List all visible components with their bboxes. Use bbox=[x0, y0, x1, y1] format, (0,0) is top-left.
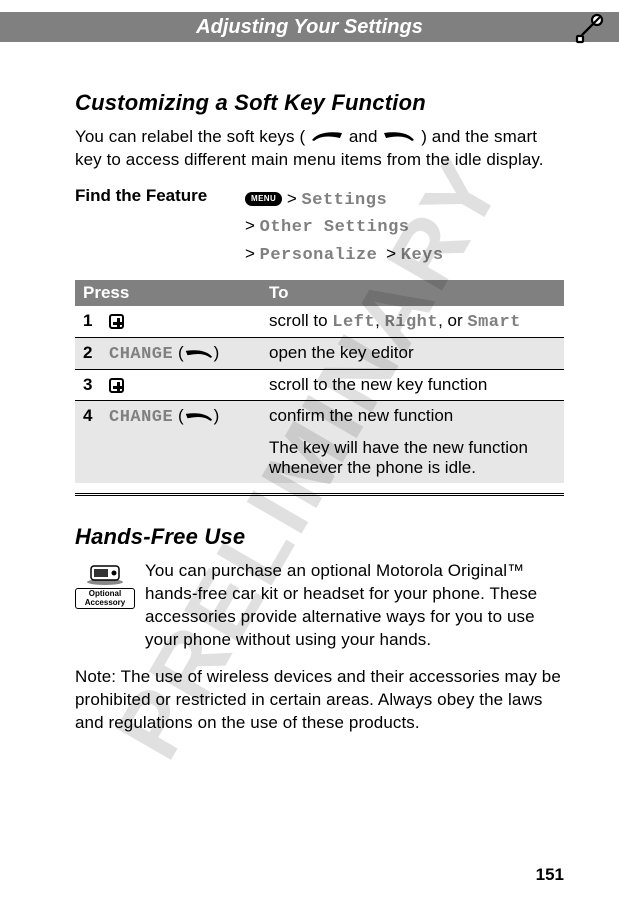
chapter-title: Adjusting Your Settings bbox=[196, 16, 423, 39]
note-label: Note: bbox=[75, 667, 116, 686]
opt-left: Left bbox=[332, 313, 375, 332]
nav-key-icon bbox=[109, 378, 124, 393]
feature-label: Find the Feature bbox=[75, 186, 245, 206]
optional-accessory-icon: Optional Accessory bbox=[75, 560, 135, 609]
step-press bbox=[101, 370, 261, 401]
table-row: 4 CHANGE () confirm the new function bbox=[75, 401, 564, 433]
feature-path: MENU > Settings > Other Settings > Perso… bbox=[245, 186, 444, 269]
page-number: 151 bbox=[536, 865, 564, 885]
t: , bbox=[375, 311, 384, 330]
right-softkey-icon bbox=[382, 126, 416, 149]
menu-key-icon: MENU bbox=[245, 192, 282, 206]
table-row: 2 CHANGE () open the key editor bbox=[75, 338, 564, 370]
step-to: scroll to the new key function bbox=[261, 370, 564, 401]
path-personalize: Personalize bbox=[260, 246, 378, 265]
accessory-label: Optional Accessory bbox=[75, 588, 135, 609]
nav-key-icon bbox=[109, 314, 124, 329]
sep: > bbox=[245, 216, 260, 235]
sep: > bbox=[386, 244, 401, 263]
right-softkey-icon bbox=[184, 407, 214, 427]
step-num: 4 bbox=[75, 401, 101, 433]
step-press bbox=[101, 306, 261, 338]
step-num: 2 bbox=[75, 338, 101, 370]
handsfree-note: Note: The use of wireless devices and th… bbox=[75, 666, 564, 735]
handsfree-row: Optional Accessory You can purchase an o… bbox=[75, 560, 564, 652]
step-to: scroll to Left, Right, or Smart bbox=[261, 306, 564, 338]
sep: > bbox=[245, 244, 260, 263]
t: scroll to bbox=[269, 311, 332, 330]
table-row-note: The key will have the new function whene… bbox=[75, 432, 564, 483]
intro-text-mid: and bbox=[349, 127, 383, 146]
find-the-feature: Find the Feature MENU > Settings > Other… bbox=[75, 186, 564, 269]
step-press: CHANGE () bbox=[101, 338, 261, 370]
table-end-rule bbox=[75, 493, 564, 496]
path-other-settings: Other Settings bbox=[260, 218, 410, 237]
right-softkey-icon bbox=[184, 344, 214, 364]
t: Accessory bbox=[85, 598, 125, 607]
note-body: The use of wireless devices and their ac… bbox=[75, 667, 561, 732]
step-to: confirm the new function bbox=[261, 401, 564, 433]
t: , or bbox=[438, 311, 467, 330]
steps-table: Press To 1 scroll to Left, Right, or Sma… bbox=[75, 280, 564, 483]
softkey-intro: You can relabel the soft keys ( and ) an… bbox=[75, 126, 564, 172]
table-row: 1 scroll to Left, Right, or Smart bbox=[75, 306, 564, 338]
step-num: 1 bbox=[75, 306, 101, 338]
left-softkey-icon bbox=[310, 126, 344, 149]
col-to: To bbox=[261, 280, 564, 306]
path-keys: Keys bbox=[401, 246, 444, 265]
step-press: CHANGE () bbox=[101, 401, 261, 433]
opt-right: Right bbox=[385, 313, 439, 332]
col-press: Press bbox=[75, 280, 261, 306]
sep: > bbox=[287, 189, 302, 208]
press-label: CHANGE bbox=[109, 408, 173, 427]
step-note: The key will have the new function whene… bbox=[261, 432, 564, 483]
handsfree-para: You can purchase an optional Motorola Or… bbox=[145, 560, 564, 652]
opt-smart: Smart bbox=[467, 313, 521, 332]
intro-text-pre: You can relabel the soft keys ( bbox=[75, 127, 305, 146]
table-row: 3 scroll to the new key function bbox=[75, 370, 564, 401]
section-heading-softkey: Customizing a Soft Key Function bbox=[75, 90, 564, 116]
press-label: CHANGE bbox=[109, 345, 173, 364]
step-to: open the key editor bbox=[261, 338, 564, 370]
section-heading-handsfree: Hands-Free Use bbox=[75, 524, 564, 550]
step-num: 3 bbox=[75, 370, 101, 401]
path-settings: Settings bbox=[302, 191, 388, 210]
chapter-header: Adjusting Your Settings bbox=[0, 12, 619, 42]
settings-wrench-icon bbox=[571, 6, 611, 52]
